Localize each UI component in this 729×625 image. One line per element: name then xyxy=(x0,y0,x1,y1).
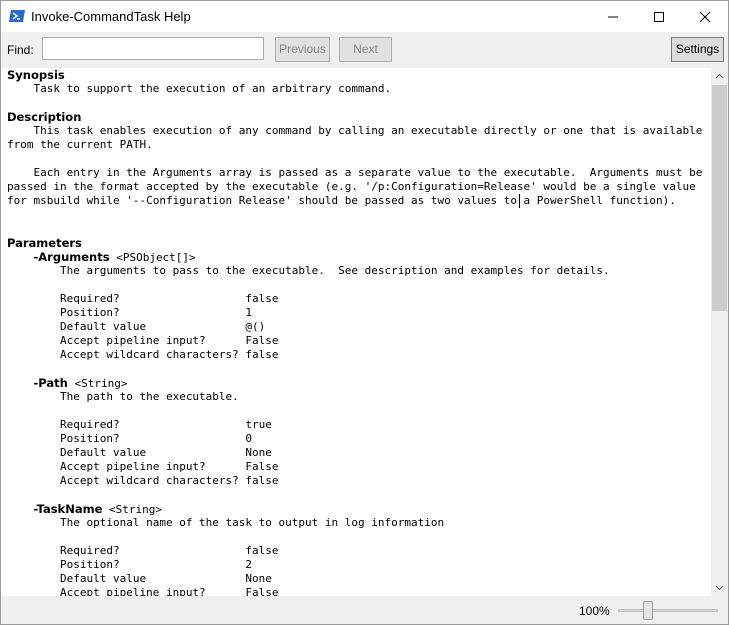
parameter-pipeline: Accept pipeline input? False xyxy=(59,334,279,347)
powershell-icon xyxy=(9,8,25,24)
parameter-required: Required? false xyxy=(59,292,279,305)
parameter-type: <String> xyxy=(74,377,128,390)
minimize-button[interactable] xyxy=(590,1,636,32)
scroll-thumb[interactable] xyxy=(712,85,727,311)
description-line: for msbuild while '--Configuration Relea… xyxy=(7,194,676,207)
parameter-description: The path to the executable. xyxy=(59,390,239,403)
parameter-wildcard: Accept wildcard characters? false xyxy=(59,474,279,487)
find-label: Find: xyxy=(7,43,34,57)
parameter-name: -TaskName xyxy=(33,502,103,516)
title-bar[interactable]: Invoke-CommandTask Help xyxy=(1,1,728,32)
close-button[interactable] xyxy=(682,1,728,32)
parameter-header: -TaskName <String> xyxy=(7,502,702,516)
parameter-position: Position? 0 xyxy=(59,432,253,445)
zoom-level: 100% xyxy=(579,604,610,618)
synopsis-text: Task to support the execution of an arbi… xyxy=(7,82,392,95)
scroll-down-button[interactable] xyxy=(711,579,728,596)
parameter-required: Required? false xyxy=(59,544,279,557)
parameter-description: The arguments to pass to the executable.… xyxy=(59,264,610,277)
help-window: Invoke-CommandTask Help Find: Previous N… xyxy=(0,0,729,625)
description-line xyxy=(7,152,702,166)
chevron-down-icon xyxy=(715,585,724,591)
close-icon xyxy=(699,11,711,23)
parameters-heading: Parameters xyxy=(7,236,82,250)
description-line: Each entry in the Arguments array is pas… xyxy=(7,166,703,179)
help-content[interactable]: Synopsis Task to support the execution o… xyxy=(1,68,711,596)
find-input[interactable] xyxy=(42,37,264,60)
description-line: passed in the format accepted by the exe… xyxy=(7,180,696,193)
parameter-name: -Path xyxy=(33,376,68,390)
minimize-icon xyxy=(608,16,618,18)
zoom-slider-track[interactable] xyxy=(618,609,718,612)
parameter-type: <String> xyxy=(109,503,162,516)
parameter-description: The optional name of the task to output … xyxy=(59,516,445,529)
parameter-default: Default value None xyxy=(59,446,272,459)
window-title: Invoke-CommandTask Help xyxy=(31,9,191,24)
parameter-header: -Arguments <PSObject[]> xyxy=(7,250,702,264)
parameter-name: -Arguments xyxy=(33,250,110,264)
parameter-header: -Path <String> xyxy=(7,376,702,390)
previous-button[interactable]: Previous xyxy=(275,37,330,62)
chevron-up-icon xyxy=(715,73,724,79)
parameter-required: Required? true xyxy=(59,418,272,431)
find-bar: Find: Previous Next Settings xyxy=(1,32,728,68)
help-text: Synopsis Task to support the execution o… xyxy=(7,68,702,596)
parameter-position: Position? 1 xyxy=(59,306,253,319)
parameter-pipeline: Accept pipeline input? False xyxy=(59,460,279,473)
text-caret xyxy=(519,194,520,208)
scroll-up-button[interactable] xyxy=(711,68,728,85)
vertical-scrollbar[interactable] xyxy=(711,68,728,596)
zoom-slider-thumb[interactable] xyxy=(643,601,653,620)
maximize-icon xyxy=(654,12,664,22)
parameter-pipeline: Accept pipeline input? False xyxy=(59,586,279,596)
parameter-position: Position? 2 xyxy=(59,558,253,571)
settings-button[interactable]: Settings xyxy=(671,37,724,62)
description-line: from the current PATH. xyxy=(7,138,153,151)
parameter-wildcard: Accept wildcard characters? false xyxy=(59,348,279,361)
maximize-button[interactable] xyxy=(636,1,682,32)
description-heading: Description xyxy=(7,110,82,124)
parameter-default: Default value None xyxy=(59,572,272,585)
synopsis-heading: Synopsis xyxy=(7,68,65,82)
description-line: This task enables execution of any comma… xyxy=(7,124,703,137)
next-button[interactable]: Next xyxy=(339,37,392,62)
parameter-default: Default value @() xyxy=(59,320,266,333)
parameter-type: <PSObject[]> xyxy=(116,251,196,264)
status-bar: 100% xyxy=(1,596,728,624)
